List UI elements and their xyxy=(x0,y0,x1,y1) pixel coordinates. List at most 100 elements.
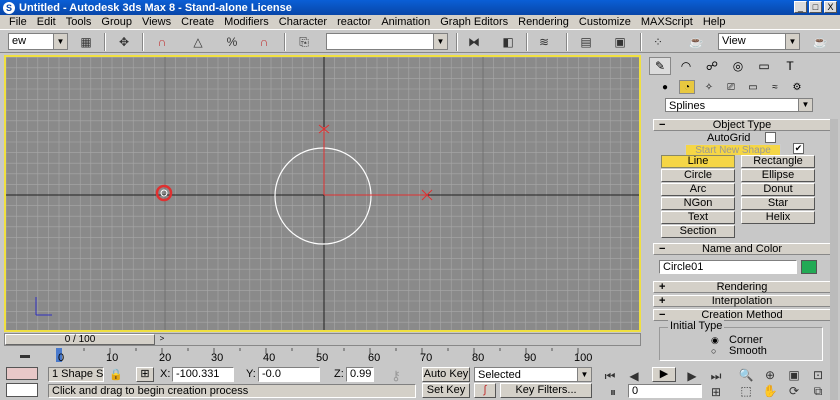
maximize-viewport-icon[interactable]: ⧉ xyxy=(808,383,828,399)
edit-named-selection-icon[interactable]: ⎘ xyxy=(294,34,314,50)
menu-animation[interactable]: Animation xyxy=(376,16,435,28)
rectangle-button[interactable]: Rectangle xyxy=(741,155,815,168)
menu-character[interactable]: Character xyxy=(274,16,332,28)
circle-button[interactable]: Circle xyxy=(661,169,735,182)
next-frame-icon[interactable]: ▶ xyxy=(682,368,702,384)
motion-tab-icon[interactable]: ◎ xyxy=(727,57,749,75)
go-to-start-icon[interactable]: ⏮ xyxy=(600,368,620,384)
set-key-button[interactable]: Set Key xyxy=(422,383,470,398)
geometry-icon[interactable]: ● xyxy=(657,80,673,94)
star-button[interactable]: Star xyxy=(741,197,815,210)
time-slider[interactable]: 0 / 100 > xyxy=(4,333,641,346)
menu-help[interactable]: Help xyxy=(698,16,731,28)
zoom-icon[interactable]: 🔍 xyxy=(736,367,756,383)
default-tangent-icon[interactable]: ∫ xyxy=(474,383,496,398)
pan-icon[interactable]: ✋ xyxy=(760,383,780,399)
rendering-rollout[interactable]: + Rendering xyxy=(653,281,831,293)
maximize-button[interactable]: □ xyxy=(809,1,822,13)
zoom-extents-icon[interactable]: ▣ xyxy=(784,367,804,383)
interpolation-rollout[interactable]: + Interpolation xyxy=(653,295,831,307)
next-frame-arrow[interactable]: > xyxy=(157,334,167,345)
menu-file[interactable]: File xyxy=(4,16,32,28)
display-tab-icon[interactable]: ▭ xyxy=(753,57,775,75)
category-dropdown[interactable]: Splines ▼ xyxy=(665,98,813,112)
lights-icon[interactable]: ✧ xyxy=(701,80,717,94)
current-frame-field[interactable]: 0 xyxy=(628,384,702,398)
z-coordinate-field[interactable]: 0.99 xyxy=(346,367,374,382)
key-filters-button[interactable]: Key Filters... xyxy=(500,383,592,398)
percent-snap-icon[interactable]: % xyxy=(222,34,242,50)
menu-create[interactable]: Create xyxy=(176,16,219,28)
track-bar[interactable]: ▬ 0 10 20 30 40 50 60 70 80 90 100 xyxy=(4,348,641,365)
max-listener-swatch[interactable] xyxy=(6,367,38,380)
menu-edit[interactable]: Edit xyxy=(32,16,61,28)
lock-icon[interactable]: 🔒 xyxy=(108,367,124,381)
shapes-icon[interactable]: ◔ xyxy=(679,80,695,94)
ellipse-button[interactable]: Ellipse xyxy=(741,169,815,182)
key-mode-toggle-icon[interactable]: ⏸ xyxy=(606,384,620,400)
selection-filter-dropdown[interactable]: ew ▼ xyxy=(8,33,68,50)
hierarchy-tab-icon[interactable]: ☍ xyxy=(701,57,723,75)
smooth-radio[interactable]: ○ xyxy=(711,346,716,356)
arc-rotate-icon[interactable]: ⟳ xyxy=(784,383,804,399)
align-icon[interactable]: ◧ xyxy=(498,34,518,50)
menu-modifiers[interactable]: Modifiers xyxy=(219,16,274,28)
ngon-button[interactable]: NGon xyxy=(661,197,735,210)
play-icon[interactable]: ▶ xyxy=(652,367,676,382)
transform-gizmo[interactable] xyxy=(318,124,433,201)
corner-radio[interactable]: ◉ xyxy=(711,335,719,346)
modify-tab-icon[interactable]: ◠ xyxy=(675,57,697,75)
autogrid-checkbox[interactable] xyxy=(765,132,776,143)
create-tab-icon[interactable]: ✎ xyxy=(649,57,671,75)
angle-snap-icon[interactable]: △ xyxy=(188,34,208,50)
menu-rendering[interactable]: Rendering xyxy=(513,16,574,28)
max-listener-output[interactable] xyxy=(6,383,38,397)
previous-frame-icon[interactable]: ◀ xyxy=(624,368,644,384)
zoom-extents-all-icon[interactable]: ⊡ xyxy=(808,367,828,383)
space-warps-icon[interactable]: ≈ xyxy=(767,80,783,94)
material-editor-icon[interactable]: ⁘ xyxy=(648,34,668,50)
mirror-icon[interactable]: ⧓ xyxy=(464,34,484,50)
minimize-button[interactable]: _ xyxy=(794,1,807,13)
section-button[interactable]: Section xyxy=(661,225,735,238)
select-and-move-icon[interactable]: ✥ xyxy=(114,34,134,50)
utilities-tab-icon[interactable]: T xyxy=(779,57,801,75)
start-new-shape-checkbox[interactable]: ✔ xyxy=(793,143,804,154)
menu-graph-editors[interactable]: Graph Editors xyxy=(435,16,513,28)
snaps-toggle-icon[interactable]: ∩ xyxy=(152,34,172,50)
curve-editor-icon[interactable]: ▤ xyxy=(576,34,596,50)
spinner-snap-icon[interactable]: ∩ xyxy=(254,34,274,50)
object-name-field[interactable]: Circle01 xyxy=(659,260,797,274)
key-icon[interactable]: ⚷ xyxy=(382,368,410,383)
time-slider-thumb[interactable]: 0 / 100 xyxy=(5,334,155,345)
y-coordinate-field[interactable]: -0.0 xyxy=(258,367,320,382)
menu-views[interactable]: Views xyxy=(137,16,176,28)
menu-reactor[interactable]: reactor xyxy=(332,16,376,28)
top-viewport[interactable] xyxy=(4,55,641,332)
menu-customize[interactable]: Customize xyxy=(574,16,636,28)
systems-icon[interactable]: ⚙ xyxy=(789,80,805,94)
command-panel-scrollbar[interactable] xyxy=(830,119,838,400)
go-to-end-icon[interactable]: ⏭ xyxy=(706,368,726,384)
text-button[interactable]: Text xyxy=(661,211,735,224)
close-button[interactable]: X xyxy=(824,1,837,13)
object-color-swatch[interactable] xyxy=(801,260,817,274)
menu-group[interactable]: Group xyxy=(96,16,137,28)
view-mode-dropdown[interactable]: View ▼ xyxy=(718,33,800,50)
select-by-name-icon[interactable]: ▦ xyxy=(76,34,96,50)
menu-tools[interactable]: Tools xyxy=(61,16,97,28)
cameras-icon[interactable]: ⎚ xyxy=(723,80,739,94)
donut-button[interactable]: Donut xyxy=(741,183,815,196)
schematic-view-icon[interactable]: ▣ xyxy=(610,34,630,50)
render-scene-icon[interactable]: ☕ xyxy=(686,34,706,50)
name-and-color-rollout[interactable]: − Name and Color xyxy=(653,243,831,255)
object-type-rollout[interactable]: − Object Type xyxy=(653,119,831,131)
app-icon[interactable]: S xyxy=(3,1,15,14)
named-selection-dropdown[interactable]: ▼ xyxy=(326,33,448,50)
arc-button[interactable]: Arc xyxy=(661,183,735,196)
helpers-icon[interactable]: ▭ xyxy=(745,80,761,94)
line-button[interactable]: Line xyxy=(661,155,735,168)
mini-curve-editor-icon[interactable]: ▬ xyxy=(14,348,36,362)
menu-maxscript[interactable]: MAXScript xyxy=(636,16,698,28)
x-coordinate-field[interactable]: -100.331 xyxy=(172,367,234,382)
